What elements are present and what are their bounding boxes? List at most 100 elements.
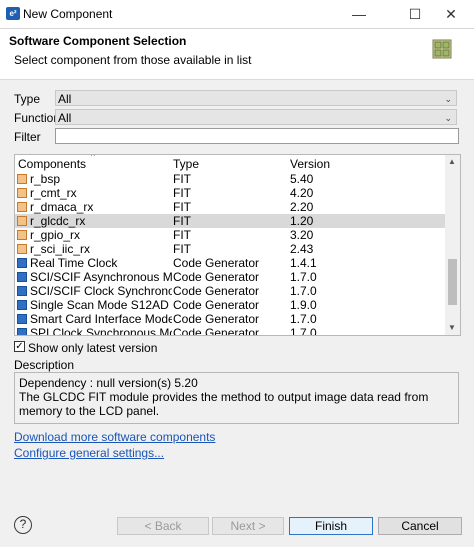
component-name-cell: Smart Card Interface Mode bbox=[17, 312, 172, 326]
fit-module-icon bbox=[17, 202, 27, 212]
component-name: SPI Clock Synchronous Mode bbox=[30, 326, 172, 336]
component-type-cell: Code Generator bbox=[173, 284, 260, 298]
component-name-cell: r_dmaca_rx bbox=[17, 200, 172, 214]
component-name: r_glcdc_rx bbox=[30, 214, 86, 228]
function-select[interactable]: All ⌄ bbox=[55, 109, 457, 125]
component-name: Single Scan Mode S12AD bbox=[30, 298, 169, 312]
component-version-cell: 1.7.0 bbox=[290, 312, 317, 326]
component-type-cell: FIT bbox=[173, 214, 191, 228]
component-version-cell: 1.7.0 bbox=[290, 270, 317, 284]
table-row[interactable]: r_glcdc_rx FIT 1.20 bbox=[15, 214, 446, 228]
description-label: Description bbox=[14, 358, 75, 372]
components-table[interactable]: Components ^ Type Version r_bsp FIT 5.40 r_… bbox=[14, 154, 461, 336]
column-header-type[interactable]: Type bbox=[173, 157, 199, 171]
page-title: Software Component Selection bbox=[9, 34, 187, 48]
table-row[interactable]: SPI Clock Synchronous ModeCode Generator… bbox=[15, 326, 446, 336]
type-select[interactable]: All ⌄ bbox=[55, 90, 457, 106]
fit-module-icon bbox=[17, 230, 27, 240]
window-title: New Component bbox=[23, 7, 113, 21]
show-latest-checkbox[interactable]: ✓ bbox=[14, 341, 25, 352]
filter-input[interactable] bbox=[55, 128, 459, 144]
component-type-cell: Code Generator bbox=[173, 256, 260, 270]
component-name-cell: r_gpio_rx bbox=[17, 228, 172, 242]
table-row[interactable]: r_bsp FIT 5.40 bbox=[15, 172, 446, 186]
table-row[interactable]: SCI/SCIF Clock Synchronous Mo...Code Gen… bbox=[15, 284, 446, 298]
column-header-version[interactable]: Version bbox=[290, 157, 330, 171]
function-select-value: All bbox=[58, 111, 72, 125]
table-row[interactable]: r_dmaca_rx FIT 2.20 bbox=[15, 200, 446, 214]
component-name-cell: r_bsp bbox=[17, 172, 172, 186]
table-header: Components ^ Type Version bbox=[15, 155, 446, 171]
table-body: r_bsp FIT 5.40 r_cmt_rx FIT 4.20 r_dmaca_rx FIT… bbox=[15, 172, 446, 336]
component-type-cell: FIT bbox=[173, 228, 191, 242]
table-row[interactable]: Smart Card Interface Mode Code Generator 1… bbox=[15, 312, 446, 326]
component-version-cell: 1.20 bbox=[290, 214, 314, 228]
cancel-button[interactable]: Cancel bbox=[378, 517, 462, 535]
table-row[interactable]: Real Time Clock Code Generator 1.4.1 bbox=[15, 256, 446, 270]
table-row[interactable]: Single Scan Mode S12AD Code Generator 1.9.… bbox=[15, 298, 446, 312]
component-name-cell: SCI/SCIF Asynchronous Mode bbox=[17, 270, 172, 284]
configure-settings-link[interactable]: Configure general settings... bbox=[14, 446, 164, 460]
component-name-cell: r_glcdc_rx bbox=[17, 214, 172, 228]
code-generator-icon bbox=[17, 286, 27, 296]
chevron-down-icon: ⌄ bbox=[444, 94, 452, 104]
component-type-cell: Code Generator bbox=[173, 270, 260, 284]
vertical-scrollbar[interactable]: ▲ ▼ bbox=[445, 155, 460, 335]
component-name-cell: SPI Clock Synchronous Mode bbox=[17, 326, 172, 336]
table-row[interactable]: r_cmt_rx FIT 4.20 bbox=[15, 186, 446, 200]
chevron-down-icon: ⌄ bbox=[444, 113, 452, 123]
component-name: SCI/SCIF Asynchronous Mode bbox=[30, 270, 172, 284]
app-icon: e² bbox=[6, 7, 20, 20]
code-generator-icon bbox=[17, 314, 27, 324]
component-name: Real Time Clock bbox=[30, 256, 118, 270]
component-type-cell: FIT bbox=[173, 186, 191, 200]
component-version-cell: 2.43 bbox=[290, 242, 314, 256]
scrollbar-thumb[interactable] bbox=[448, 259, 457, 305]
help-button[interactable]: ? bbox=[14, 516, 32, 534]
type-label: Type bbox=[14, 92, 41, 106]
scroll-up-icon[interactable]: ▲ bbox=[448, 157, 456, 166]
close-button[interactable]: ✕ bbox=[428, 0, 474, 28]
description-dependency: Dependency : null version(s) 5.20 bbox=[19, 376, 198, 390]
component-name-cell: r_sci_iic_rx bbox=[17, 242, 172, 256]
type-select-value: All bbox=[58, 92, 72, 106]
component-version-cell: 1.7.0 bbox=[290, 284, 317, 298]
component-name-cell: Single Scan Mode S12AD bbox=[17, 298, 172, 312]
wizard-header: Software Component Selection Select comp… bbox=[0, 29, 474, 80]
download-components-link[interactable]: Download more software components bbox=[14, 430, 215, 444]
component-name: r_bsp bbox=[30, 172, 61, 186]
next-button[interactable]: Next > bbox=[212, 517, 284, 535]
component-name: r_cmt_rx bbox=[30, 186, 77, 200]
fit-module-icon bbox=[17, 216, 27, 226]
table-row[interactable]: SCI/SCIF Asynchronous ModeCode Generator… bbox=[15, 270, 446, 284]
component-name: r_gpio_rx bbox=[30, 228, 81, 242]
component-name: r_sci_iic_rx bbox=[30, 242, 91, 256]
fit-module-icon bbox=[17, 174, 27, 184]
code-generator-icon bbox=[17, 272, 27, 282]
description-box: Dependency : null version(s) 5.20 The GL… bbox=[14, 372, 459, 424]
scroll-down-icon[interactable]: ▼ bbox=[448, 323, 456, 332]
component-grid-icon bbox=[432, 39, 452, 59]
fit-module-icon bbox=[17, 244, 27, 254]
code-generator-icon bbox=[17, 258, 27, 268]
minimize-button[interactable]: — bbox=[336, 0, 382, 28]
component-version-cell: 1.7.0 bbox=[290, 326, 317, 336]
component-name-cell: r_cmt_rx bbox=[17, 186, 172, 200]
finish-button[interactable]: Finish bbox=[289, 517, 373, 535]
component-name-cell: SCI/SCIF Clock Synchronous Mo... bbox=[17, 284, 172, 298]
component-version-cell: 5.40 bbox=[290, 172, 314, 186]
component-version-cell: 1.9.0 bbox=[290, 298, 317, 312]
column-header-components[interactable]: Components bbox=[18, 157, 86, 171]
back-button[interactable]: < Back bbox=[117, 517, 209, 535]
component-name: Smart Card Interface Mode bbox=[30, 312, 172, 326]
component-version-cell: 2.20 bbox=[290, 200, 314, 214]
table-row[interactable]: r_sci_iic_rx FIT 2.43 bbox=[15, 242, 446, 256]
fit-module-icon bbox=[17, 188, 27, 198]
function-label: Function bbox=[14, 111, 61, 125]
component-version-cell: 1.4.1 bbox=[290, 256, 317, 270]
component-type-cell: Code Generator bbox=[173, 326, 260, 336]
table-row[interactable]: r_gpio_rx FIT 3.20 bbox=[15, 228, 446, 242]
component-name: SCI/SCIF Clock Synchronous Mo... bbox=[30, 284, 172, 298]
component-type-cell: Code Generator bbox=[173, 312, 260, 326]
component-type-cell: FIT bbox=[173, 242, 191, 256]
